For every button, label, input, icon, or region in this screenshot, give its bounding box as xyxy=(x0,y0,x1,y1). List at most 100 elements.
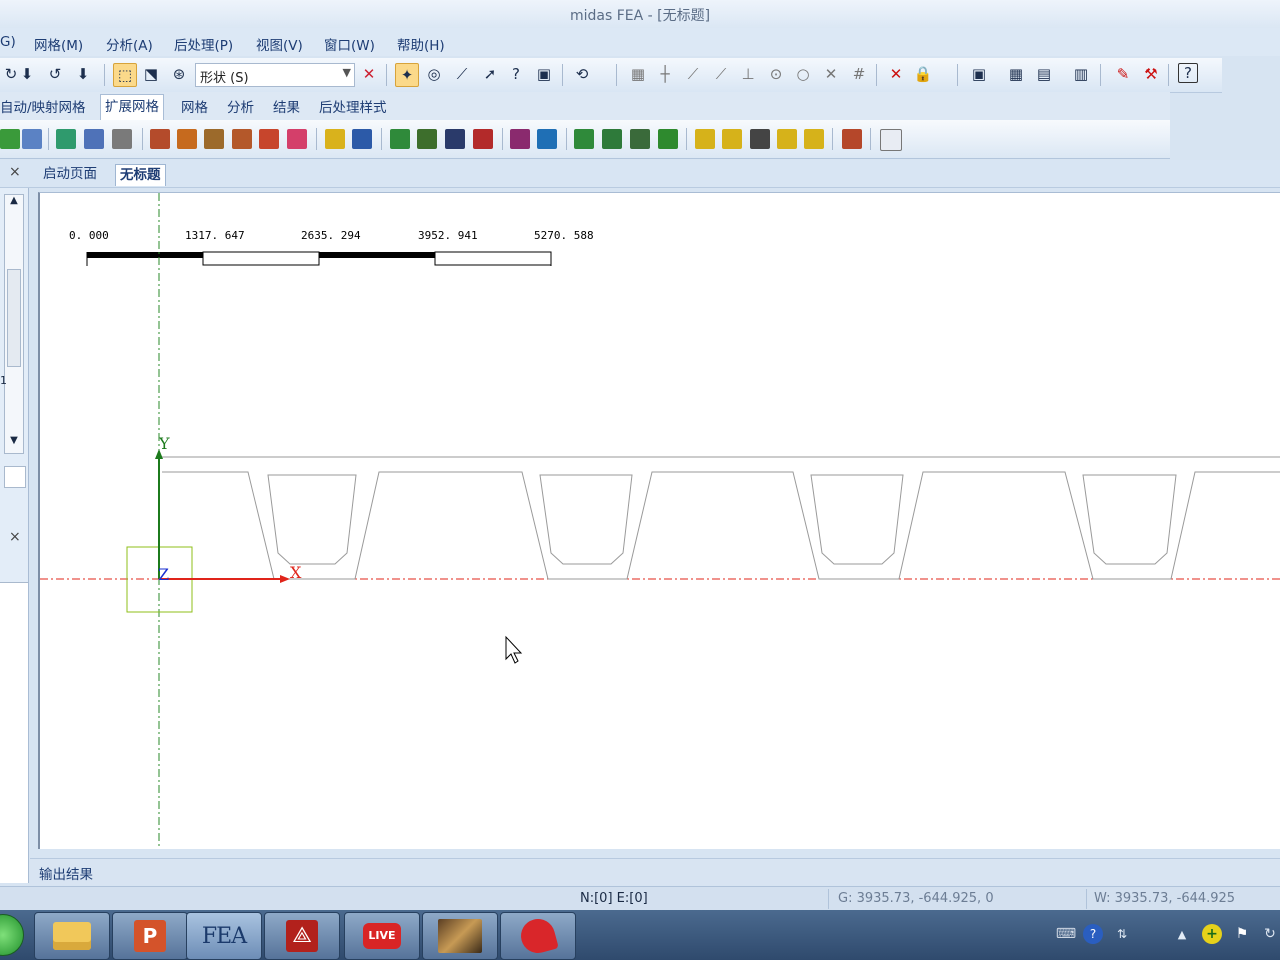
tab-mesh[interactable]: 网格 xyxy=(181,96,208,118)
lock-icon[interactable]: 🔒 xyxy=(912,63,934,85)
fill-icon[interactable] xyxy=(259,129,279,149)
table2-icon[interactable]: ▤ xyxy=(1033,63,1055,85)
circle-icon[interactable]: ○ xyxy=(792,63,814,85)
display-icon[interactable]: ▣ xyxy=(968,63,990,85)
menu-item-postprocess[interactable]: 后处理(P) xyxy=(174,34,233,54)
snap-point-icon[interactable]: ✦ xyxy=(395,63,419,87)
taskbar-file-explorer[interactable] xyxy=(34,912,110,960)
tab-untitled[interactable]: 无标题 xyxy=(115,164,166,186)
mesh-tool-icon[interactable] xyxy=(22,129,42,149)
taskbar-live[interactable]: LIVE xyxy=(344,912,420,960)
mesh-tool-icon[interactable] xyxy=(56,129,76,149)
grid-icon[interactable]: ▦ xyxy=(627,63,649,85)
link-tool-icon[interactable] xyxy=(777,129,797,149)
perpendicular-icon[interactable]: ⊥ xyxy=(737,63,759,85)
pointer-icon[interactable]: ➚ xyxy=(479,63,501,85)
hash-icon[interactable]: # xyxy=(848,63,870,85)
measure-icon[interactable]: ⟲ xyxy=(571,63,593,85)
check2-icon[interactable] xyxy=(537,129,557,149)
rotate-view-icon[interactable]: ↺ xyxy=(44,63,66,85)
help-icon[interactable]: ? xyxy=(1178,63,1198,83)
start-orb-icon[interactable] xyxy=(0,914,24,956)
keyboard-icon[interactable]: ⌨ xyxy=(1056,924,1076,944)
circle-center-icon[interactable]: ⊙ xyxy=(765,63,787,85)
menu-item-mesh[interactable]: 网格(M) xyxy=(34,34,83,54)
taskbar-acrobat[interactable]: ⟁ xyxy=(264,912,340,960)
add-icon[interactable]: + xyxy=(1202,924,1222,944)
group-tool-icon[interactable] xyxy=(602,129,622,149)
tab-extend-mesh[interactable]: 扩展网格 xyxy=(100,94,164,121)
snap-edge-icon[interactable]: ⟋ xyxy=(451,63,473,85)
cross-icon[interactable]: ┼ xyxy=(654,63,676,85)
tab-auto-map-mesh[interactable]: 自动/映射网格 xyxy=(0,96,86,118)
select-polygon-icon[interactable]: ⬔ xyxy=(140,63,162,85)
delete-icon[interactable]: ✕ xyxy=(885,63,907,85)
menu-item-view[interactable]: 视图(V) xyxy=(256,34,303,54)
revolve-icon[interactable] xyxy=(177,129,197,149)
chevron-up-icon[interactable]: ▲ xyxy=(1172,924,1192,944)
enter-icon[interactable] xyxy=(880,129,902,151)
close-icon[interactable]: × xyxy=(9,164,21,180)
link-tool-icon[interactable] xyxy=(695,129,715,149)
taskbar-powerpoint[interactable]: P xyxy=(112,912,188,960)
download-icon[interactable]: ⬇ xyxy=(16,63,38,85)
tab-post-style[interactable]: 后处理样式 xyxy=(319,96,387,118)
swap-icon[interactable] xyxy=(750,129,770,149)
mesh-tool-icon[interactable] xyxy=(84,129,104,149)
link-tool-icon[interactable] xyxy=(804,129,824,149)
scroll-down-icon[interactable]: ▼ xyxy=(5,435,23,453)
pen-icon[interactable]: ✎ xyxy=(1112,63,1134,85)
scroll-thumb[interactable] xyxy=(7,269,21,367)
shape-filter-select[interactable]: 形状 (S) ▼ xyxy=(195,63,355,87)
element-tool-icon[interactable] xyxy=(417,129,437,149)
element-tool-icon[interactable] xyxy=(445,129,465,149)
sweep-icon[interactable] xyxy=(204,129,224,149)
mesh-tool-icon[interactable] xyxy=(0,129,20,149)
menu-item-window[interactable]: 窗口(W) xyxy=(324,34,375,54)
extend-icon[interactable] xyxy=(232,129,252,149)
refresh-icon[interactable]: ↻ xyxy=(1260,924,1280,944)
line-icon[interactable]: ⟋ xyxy=(682,63,704,85)
output-panel-bar[interactable]: 输出结果 xyxy=(30,858,1280,885)
snap-center-icon[interactable]: ◎ xyxy=(423,63,445,85)
download2-icon[interactable]: ⬇ xyxy=(72,63,94,85)
table-icon[interactable]: ▦ xyxy=(1005,63,1027,85)
line2-icon[interactable]: ⟋ xyxy=(710,63,732,85)
node-move-icon[interactable] xyxy=(352,129,372,149)
taskbar-app[interactable] xyxy=(500,912,576,960)
scroll-up-icon[interactable]: ▲ xyxy=(5,195,23,213)
element-tool-icon[interactable] xyxy=(390,129,410,149)
select-all-icon[interactable]: ⊛ xyxy=(168,63,190,85)
layers-icon[interactable]: ▥ xyxy=(1070,63,1092,85)
menu-item-generic[interactable]: G) xyxy=(0,34,16,50)
flag-icon[interactable]: ⚑ xyxy=(1232,924,1252,944)
menu-item-analysis[interactable]: 分析(A) xyxy=(106,34,153,54)
binoculars-icon[interactable]: ▣ xyxy=(533,63,555,85)
intersect-icon[interactable]: ✕ xyxy=(820,63,842,85)
node-tool-icon[interactable] xyxy=(325,129,345,149)
tab-start-page[interactable]: 启动页面 xyxy=(39,164,101,185)
network-icon[interactable]: ⇅ xyxy=(1112,924,1132,944)
deselect-icon[interactable]: ✕ xyxy=(358,63,380,85)
mesh-tool-icon[interactable] xyxy=(112,129,132,149)
query-icon[interactable]: ? xyxy=(505,63,527,85)
check-icon[interactable] xyxy=(510,129,530,149)
close-icon[interactable]: × xyxy=(9,529,21,545)
select-window-icon[interactable]: ⬚ xyxy=(113,63,137,87)
group-tool-icon[interactable] xyxy=(630,129,650,149)
extrude-icon[interactable] xyxy=(150,129,170,149)
tab-analysis[interactable]: 分析 xyxy=(227,96,254,118)
tool-icon[interactable] xyxy=(842,129,862,149)
group-tool-icon[interactable] xyxy=(658,129,678,149)
link-tool-icon[interactable] xyxy=(722,129,742,149)
element-delete-icon[interactable] xyxy=(473,129,493,149)
taskbar-photo[interactable] xyxy=(422,912,498,960)
taskbar-midas-fea[interactable]: FEA xyxy=(186,912,262,960)
group-tool-icon[interactable] xyxy=(574,129,594,149)
menu-item-help[interactable]: 帮助(H) xyxy=(397,34,445,54)
tools-icon[interactable]: ⚒ xyxy=(1140,63,1162,85)
project-icon[interactable] xyxy=(287,129,307,149)
tab-results[interactable]: 结果 xyxy=(273,96,300,118)
vertical-scrollbar[interactable]: ▲ ▼ xyxy=(4,194,24,454)
model-viewport[interactable]: 0. 000 1317. 647 2635. 294 3952. 941 527… xyxy=(38,192,1280,849)
